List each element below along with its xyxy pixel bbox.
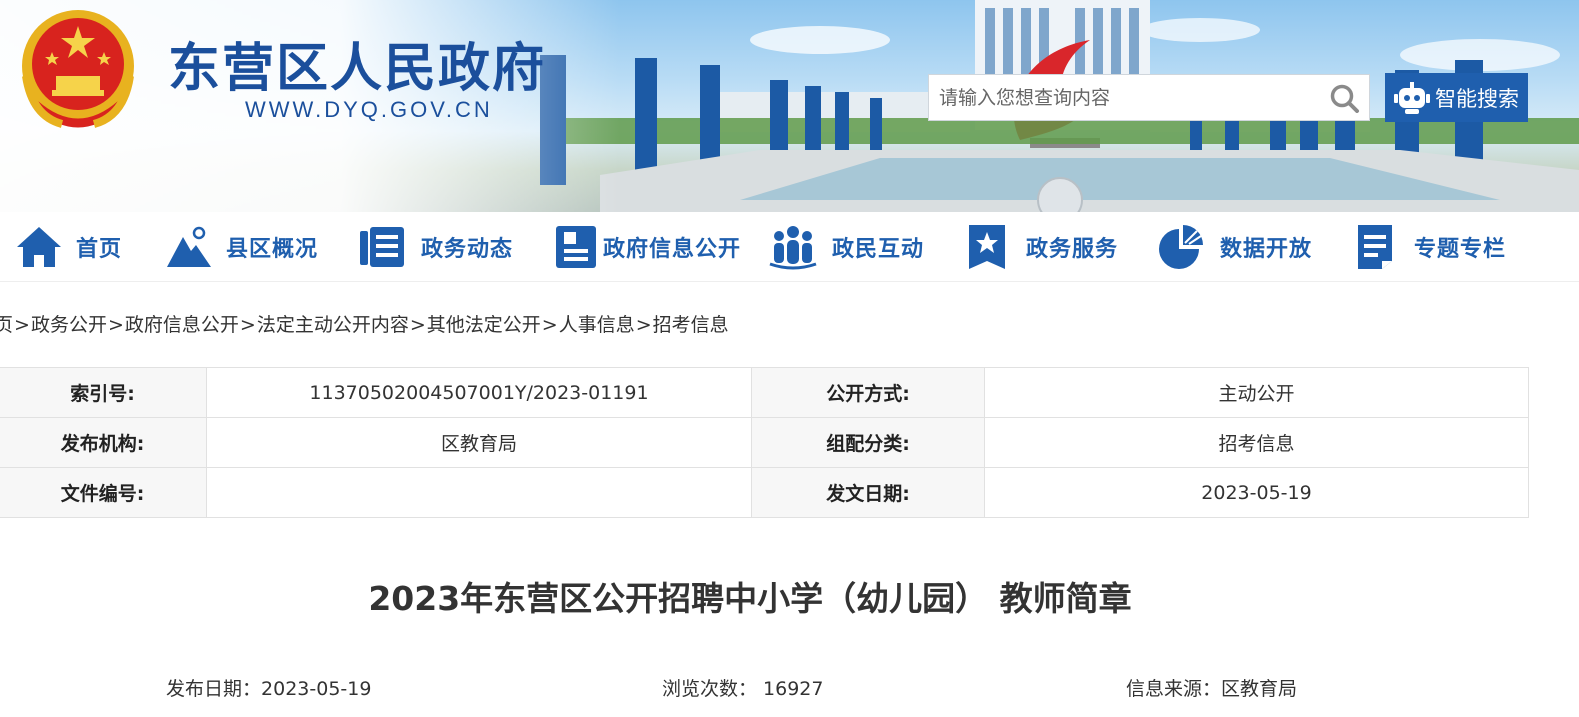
table-row: 文件编号: 发文日期: 2023-05-19 <box>0 467 1529 518</box>
national-emblem-logo <box>22 10 134 128</box>
info-source: 信息来源：区教育局 <box>1126 674 1297 701</box>
nav-item-label: 专题专栏 <box>1414 237 1507 262</box>
public-mode-label: 公开方式: <box>751 367 985 418</box>
news-icon <box>360 227 404 267</box>
mountain-icon <box>167 226 211 267</box>
info-source-value: 区教育局 <box>1221 678 1298 700</box>
index-label: 索引号: <box>0 367 207 418</box>
main-nav: 首页 县区概况 政务动态 政府信息公开 政民互动 政务服务 数据开放 专题专栏 <box>0 212 1579 282</box>
nav-item-label: 数据开放 <box>1220 237 1313 262</box>
nav-item-gov-info-public[interactable]: 政府信息公开 <box>551 222 741 272</box>
nav-item-home[interactable]: 首页 <box>14 222 122 272</box>
breadcrumb-other-disclosure[interactable]: 其他法定公开 <box>427 314 541 336</box>
publish-date-label: 发布日期： <box>166 678 262 700</box>
publish-date: 发布日期：2023-05-19 <box>166 674 371 701</box>
doc-number-value <box>206 467 752 518</box>
nav-item-label: 政府信息公开 <box>603 237 742 262</box>
document-icon <box>556 226 596 268</box>
breadcrumb-personnel[interactable]: 人事信息 <box>559 314 635 336</box>
search-box <box>928 74 1370 121</box>
nav-item-label: 政务动态 <box>421 237 514 262</box>
nav-item-news[interactable]: 政务动态 <box>357 222 513 272</box>
issue-date-value: 2023-05-19 <box>984 467 1529 518</box>
home-icon <box>17 227 61 267</box>
index-value: 11370502004507001Y/2023-01191 <box>206 367 752 418</box>
nav-item-label: 首页 <box>76 237 123 262</box>
table-row: 发布机构: 区教育局 组配分类: 招考信息 <box>0 417 1529 468</box>
smart-search-button[interactable]: 智能搜索 <box>1385 73 1528 122</box>
smart-search-label: 智能搜索 <box>1435 86 1519 111</box>
publisher-value: 区教育局 <box>206 417 752 468</box>
view-count-value: 16927 <box>763 678 824 700</box>
document-info-table: 索引号: 11370502004507001Y/2023-01191 公开方式:… <box>0 367 1529 518</box>
category-label: 组配分类: <box>751 417 985 468</box>
nav-item-services[interactable]: 政务服务 <box>962 222 1118 272</box>
breadcrumb-gov-affairs[interactable]: 政务公开 <box>31 314 107 336</box>
breadcrumb-recruitment[interactable]: 招考信息 <box>653 314 729 336</box>
publish-date-value: 2023-05-19 <box>261 678 372 700</box>
breadcrumb-home[interactable]: 页 <box>0 314 13 336</box>
nav-item-special-topics[interactable]: 专题专栏 <box>1350 222 1506 272</box>
issue-date-label: 发文日期: <box>751 467 985 518</box>
nav-item-label: 政民互动 <box>832 237 925 262</box>
site-url: WWW.DYQ.GOV.CN <box>245 97 493 122</box>
public-mode-value: 主动公开 <box>984 367 1529 418</box>
nav-item-open-data[interactable]: 数据开放 <box>1156 222 1312 272</box>
info-source-label: 信息来源： <box>1126 678 1222 700</box>
article-title: 2023年东营区公开招聘中小学（幼儿园） 教师简章 <box>368 579 1132 618</box>
view-count: 浏览次数： 16927 <box>662 674 823 701</box>
table-row: 索引号: 11370502004507001Y/2023-01191 公开方式:… <box>0 367 1529 418</box>
robot-icon <box>1394 81 1430 114</box>
star-badge-icon <box>969 225 1005 269</box>
header-banner: 东营区人民政府 WWW.DYQ.GOV.CN 智能搜索 <box>0 0 1579 212</box>
breadcrumb: 页>政务公开>政府信息公开>法定主动公开内容>其他法定公开>人事信息>招考信息 <box>0 310 729 337</box>
nav-item-label: 县区概况 <box>226 237 319 262</box>
doc-number-label: 文件编号: <box>0 467 207 518</box>
search-input[interactable] <box>929 75 1319 120</box>
pie-chart-icon <box>1159 225 1203 269</box>
notepad-icon <box>1358 225 1392 269</box>
nav-item-overview[interactable]: 县区概况 <box>164 222 318 272</box>
breadcrumb-gov-info-public[interactable]: 政府信息公开 <box>125 314 239 336</box>
category-value: 招考信息 <box>984 417 1529 468</box>
people-icon <box>769 226 817 270</box>
nav-item-interaction[interactable]: 政民互动 <box>768 222 924 272</box>
breadcrumb-legal-disclosure[interactable]: 法定主动公开内容 <box>257 314 409 336</box>
publisher-label: 发布机构: <box>0 417 207 468</box>
search-icon[interactable] <box>1329 83 1361 113</box>
view-count-label: 浏览次数： <box>662 678 758 700</box>
nav-item-label: 政务服务 <box>1026 237 1119 262</box>
site-title: 东营区人民政府 <box>168 39 547 99</box>
